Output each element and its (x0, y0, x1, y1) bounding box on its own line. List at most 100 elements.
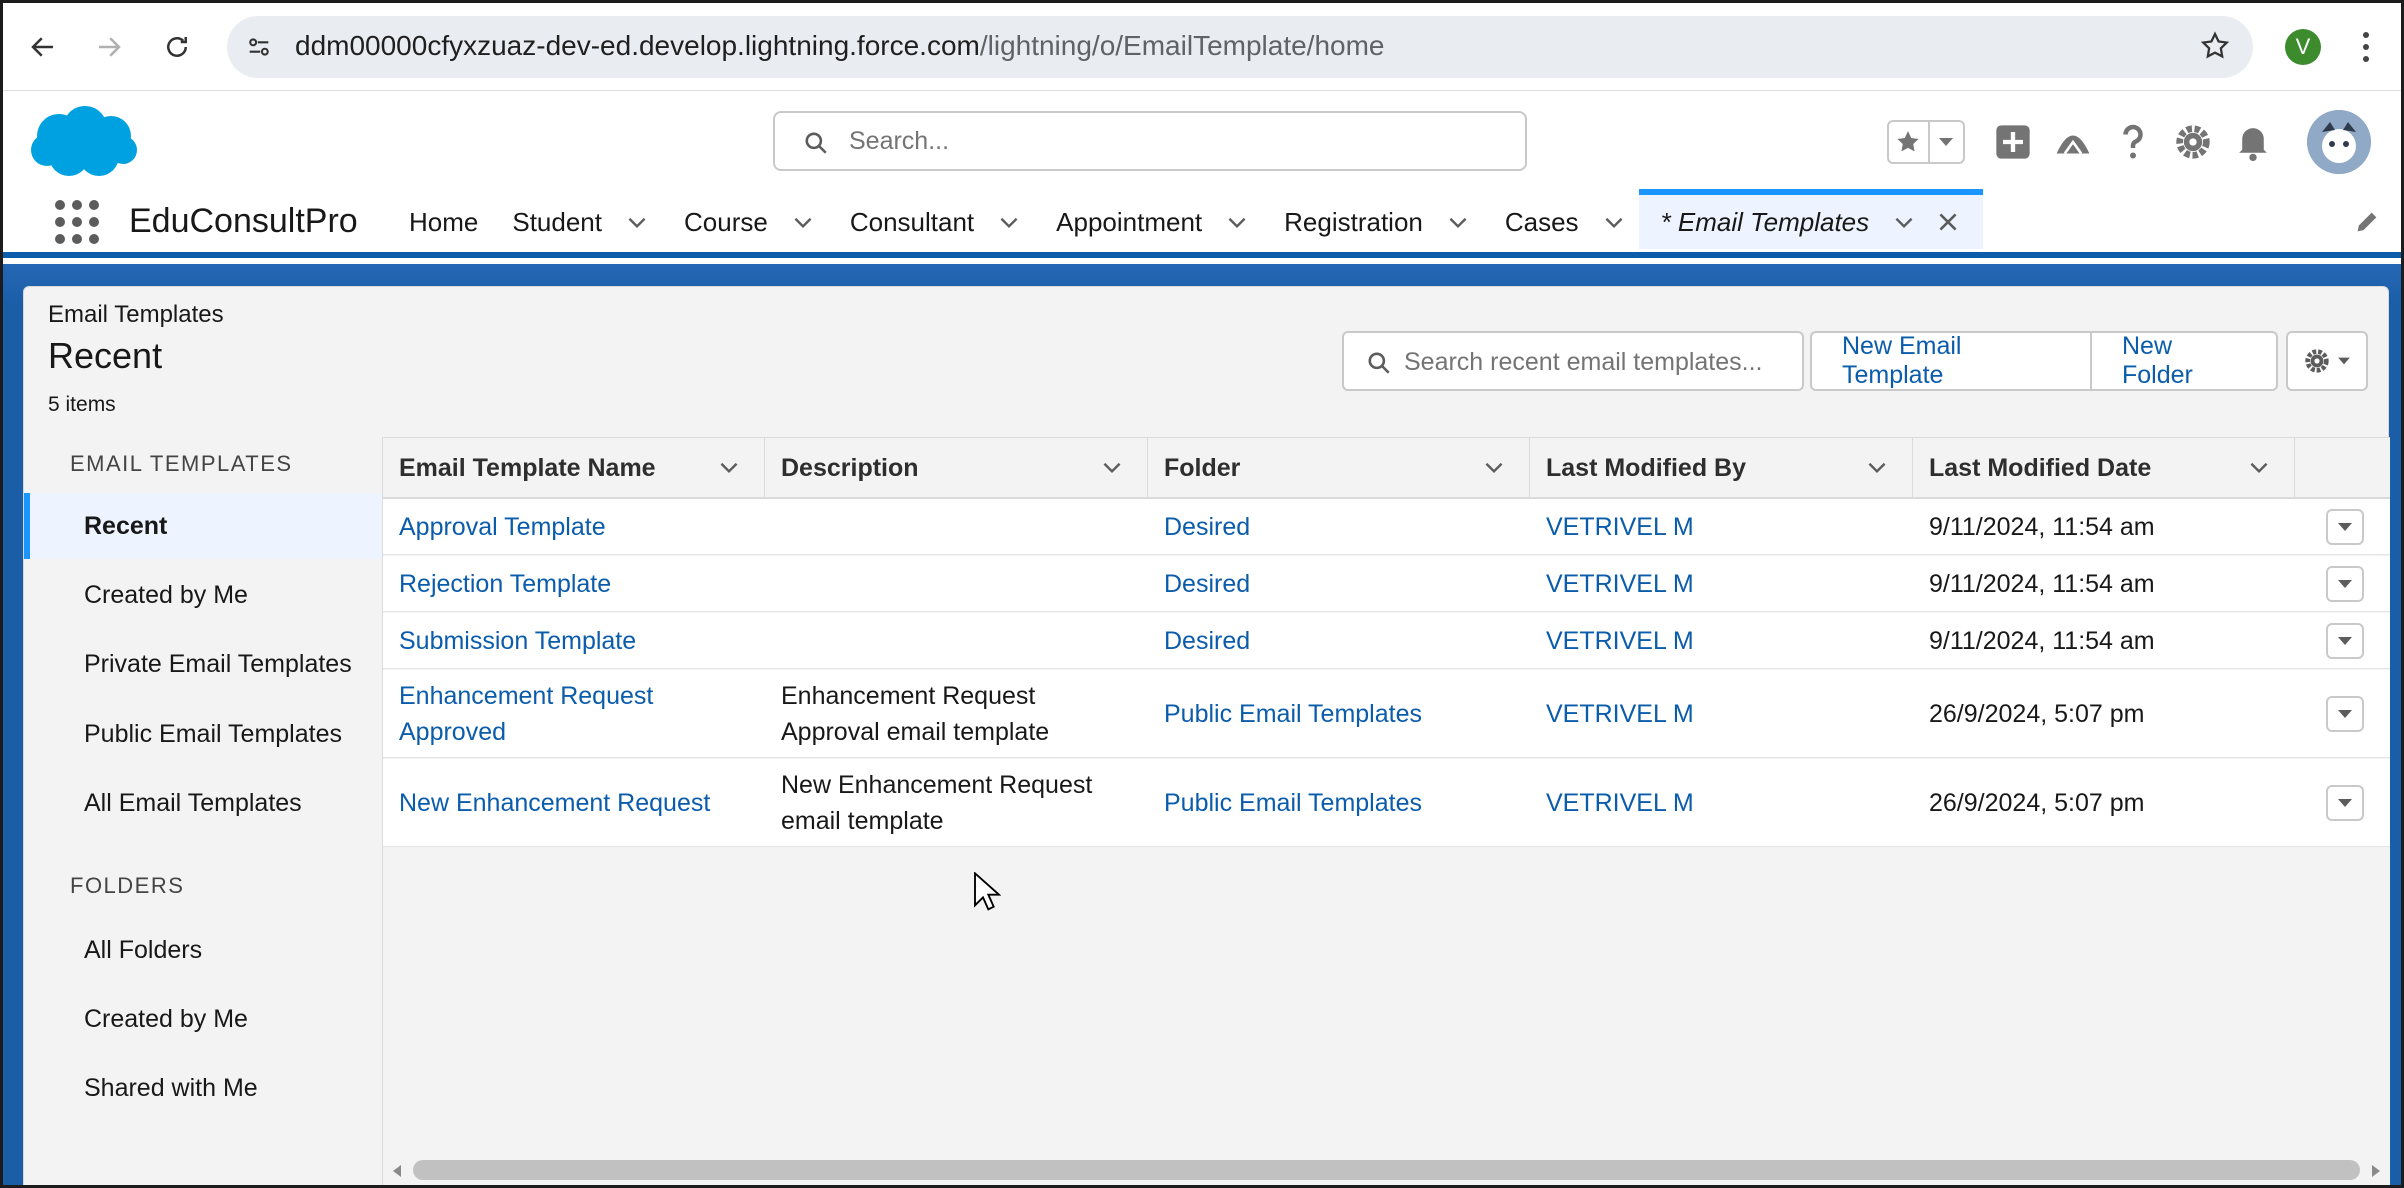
browser-profile-avatar[interactable]: V (2285, 29, 2321, 65)
modified-date: 26/9/2024, 5:07 pm (1929, 699, 2145, 728)
search-icon (1366, 350, 1392, 381)
chevron-down-icon (1485, 462, 1503, 474)
global-actions-add-icon[interactable] (1983, 112, 2043, 172)
template-name-link[interactable]: Rejection Template (383, 556, 765, 611)
reload-icon (167, 37, 187, 57)
back-button[interactable] (21, 25, 65, 69)
caret-down-icon (2338, 357, 2350, 365)
nav-item-home[interactable]: Home (409, 192, 478, 252)
nav-item-appointment[interactable]: Appointment (1056, 192, 1250, 252)
app-launcher-icon[interactable] (55, 200, 99, 244)
modified-by-link[interactable]: VETRIVEL M (1530, 613, 1913, 668)
chevron-down-icon (1449, 217, 1467, 229)
folder-link[interactable]: Desired (1148, 556, 1530, 611)
template-name-link[interactable]: Enhancement Request Approved (383, 670, 683, 757)
salesforce-cloud-logo[interactable] (29, 104, 139, 185)
template-name-link[interactable]: Approval Template (383, 499, 765, 554)
sidebar-item-folders-created-by-me[interactable]: Created by Me (24, 986, 382, 1052)
global-search-input[interactable]: Search... (773, 111, 1527, 171)
reload-button[interactable] (155, 25, 199, 69)
folder-sidebar: EMAIL TEMPLATES Recent Created by Me Pri… (24, 437, 382, 1185)
help-icon[interactable] (2103, 112, 2163, 172)
favorites-button[interactable] (1887, 120, 1965, 164)
folders-heading: FOLDERS (70, 873, 185, 898)
template-description (765, 556, 1148, 611)
list-settings-button[interactable] (2286, 331, 2368, 391)
list-actions: New Email Template New Folder (1810, 331, 2278, 391)
nav-item-cases[interactable]: Cases (1505, 192, 1627, 252)
scrollbar-thumb[interactable] (413, 1160, 2360, 1180)
search-icon (803, 130, 829, 161)
sidebar-item-private-email-templates[interactable]: Private Email Templates (24, 631, 382, 697)
sidebar-item-shared-with-me[interactable]: Shared with Me (24, 1055, 382, 1121)
row-actions-button[interactable] (2326, 566, 2364, 602)
horizontal-scrollbar[interactable] (383, 1156, 2390, 1182)
new-folder-button[interactable]: New Folder (2092, 331, 2278, 391)
table-row: Rejection Template Desired VETRIVEL M 9/… (383, 556, 2390, 612)
arrow-right-icon (99, 37, 121, 57)
row-actions-button[interactable] (2326, 785, 2364, 821)
list-view-card: Email Templates Recent 5 items Search re… (23, 286, 2390, 1185)
nav-item-registration[interactable]: Registration (1284, 192, 1471, 252)
close-tab-icon[interactable] (1935, 209, 1961, 235)
chevron-down-icon (720, 462, 738, 474)
sidebar-item-public-email-templates[interactable]: Public Email Templates (24, 701, 382, 767)
list-search-input[interactable]: Search recent email templates... (1342, 331, 1804, 391)
column-header-last-modified-by[interactable]: Last Modified By (1530, 438, 1913, 498)
sidebar-item-created-by-me[interactable]: Created by Me (24, 562, 382, 628)
table-row: Enhancement Request Approved Enhancement… (383, 670, 2390, 758)
mouse-cursor-icon (973, 871, 1002, 917)
template-name-link[interactable]: New Enhancement Request (383, 759, 765, 846)
row-actions-button[interactable] (2326, 696, 2364, 732)
browser-menu-icon[interactable] (2361, 29, 2371, 65)
modified-by-link[interactable]: VETRIVEL M (1530, 556, 1913, 611)
site-info-icon[interactable] (241, 29, 277, 65)
bookmark-star-icon[interactable] (2199, 30, 2231, 67)
favorites-dropdown-icon[interactable] (1930, 122, 1963, 162)
row-actions-button[interactable] (2326, 623, 2364, 659)
column-header-folder[interactable]: Folder (1148, 438, 1530, 498)
trailhead-guidance-icon[interactable] (2043, 112, 2103, 172)
chevron-down-icon (1895, 217, 1913, 229)
url-text: ddm00000cfyxzuaz-dev-ed.develop.lightnin… (295, 30, 1385, 61)
nav-item-course[interactable]: Course (684, 192, 816, 252)
modified-by-link[interactable]: VETRIVEL M (1530, 670, 1913, 757)
forward-button[interactable] (87, 25, 131, 69)
modified-by-link[interactable]: VETRIVEL M (1530, 499, 1913, 554)
sidebar-item-all-email-templates[interactable]: All Email Templates (24, 770, 382, 836)
setup-gear-icon[interactable] (2163, 112, 2223, 172)
chevron-down-icon (1228, 217, 1246, 229)
sidebar-item-all-folders[interactable]: All Folders (24, 917, 382, 983)
modified-date: 26/9/2024, 5:07 pm (1929, 788, 2145, 817)
notifications-bell-icon[interactable] (2223, 112, 2283, 172)
column-header-description[interactable]: Description (765, 438, 1148, 498)
new-email-template-button[interactable]: New Email Template (1810, 331, 2092, 391)
folder-link[interactable]: Public Email Templates (1148, 759, 1530, 846)
app-name: EduConsultPro (129, 202, 358, 240)
global-search-placeholder: Search... (849, 127, 950, 155)
chevron-down-icon (1605, 217, 1622, 229)
row-actions-button[interactable] (2326, 509, 2364, 545)
app-navigation-bar: EduConsultPro Home Student Course Consul… (3, 189, 2401, 258)
folder-link[interactable]: Public Email Templates (1148, 670, 1530, 757)
column-header-last-modified-date[interactable]: Last Modified Date (1913, 438, 2295, 498)
template-name-link[interactable]: Submission Template (383, 613, 765, 668)
modified-date: 9/11/2024, 11:54 am (1929, 626, 2155, 655)
modified-by-link[interactable]: VETRIVEL M (1530, 759, 1913, 846)
modified-date: 9/11/2024, 11:54 am (1929, 569, 2155, 598)
favorites-star-icon[interactable] (1889, 122, 1930, 162)
nav-item-email-templates-active[interactable]: * Email Templates (1638, 189, 1984, 249)
nav-item-student[interactable]: Student (512, 192, 650, 252)
folder-link[interactable]: Desired (1148, 613, 1530, 668)
nav-items: Home Student Course Consultant Appointme… (409, 189, 2017, 252)
user-avatar[interactable] (2307, 110, 2371, 174)
folder-link[interactable]: Desired (1148, 499, 1530, 554)
address-bar[interactable]: ddm00000cfyxzuaz-dev-ed.develop.lightnin… (227, 16, 2253, 78)
column-header-name[interactable]: Email Template Name (383, 438, 765, 498)
table-row: Submission Template Desired VETRIVEL M 9… (383, 613, 2390, 669)
sidebar-item-recent[interactable]: Recent (24, 493, 382, 559)
email-templates-table: Email Template Name Description Folder L… (382, 437, 2390, 1185)
chevron-down-icon (628, 217, 646, 229)
nav-item-consultant[interactable]: Consultant (850, 192, 1022, 252)
edit-nav-pencil-icon[interactable] (2353, 208, 2381, 241)
